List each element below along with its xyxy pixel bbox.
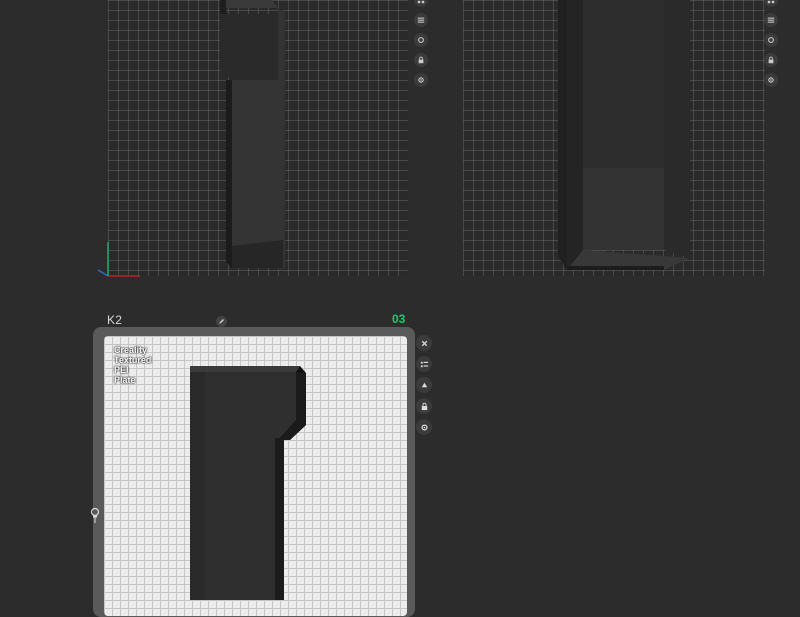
settings-button[interactable]: [416, 419, 432, 435]
arrange-button[interactable]: [416, 356, 432, 372]
origin-marker-icon: [90, 507, 100, 523]
close-icon: [421, 340, 427, 346]
orient-icon: [421, 382, 427, 387]
close-plate-button[interactable]: [416, 335, 432, 351]
orient-button[interactable]: [416, 377, 432, 393]
lock-button[interactable]: [416, 398, 432, 414]
plate-3-model[interactable]: [0, 0, 800, 600]
settings-icon: [420, 423, 428, 431]
arrange-icon: [420, 361, 428, 367]
plate-3-toolbar: [416, 335, 432, 435]
lock-icon: [421, 402, 427, 410]
